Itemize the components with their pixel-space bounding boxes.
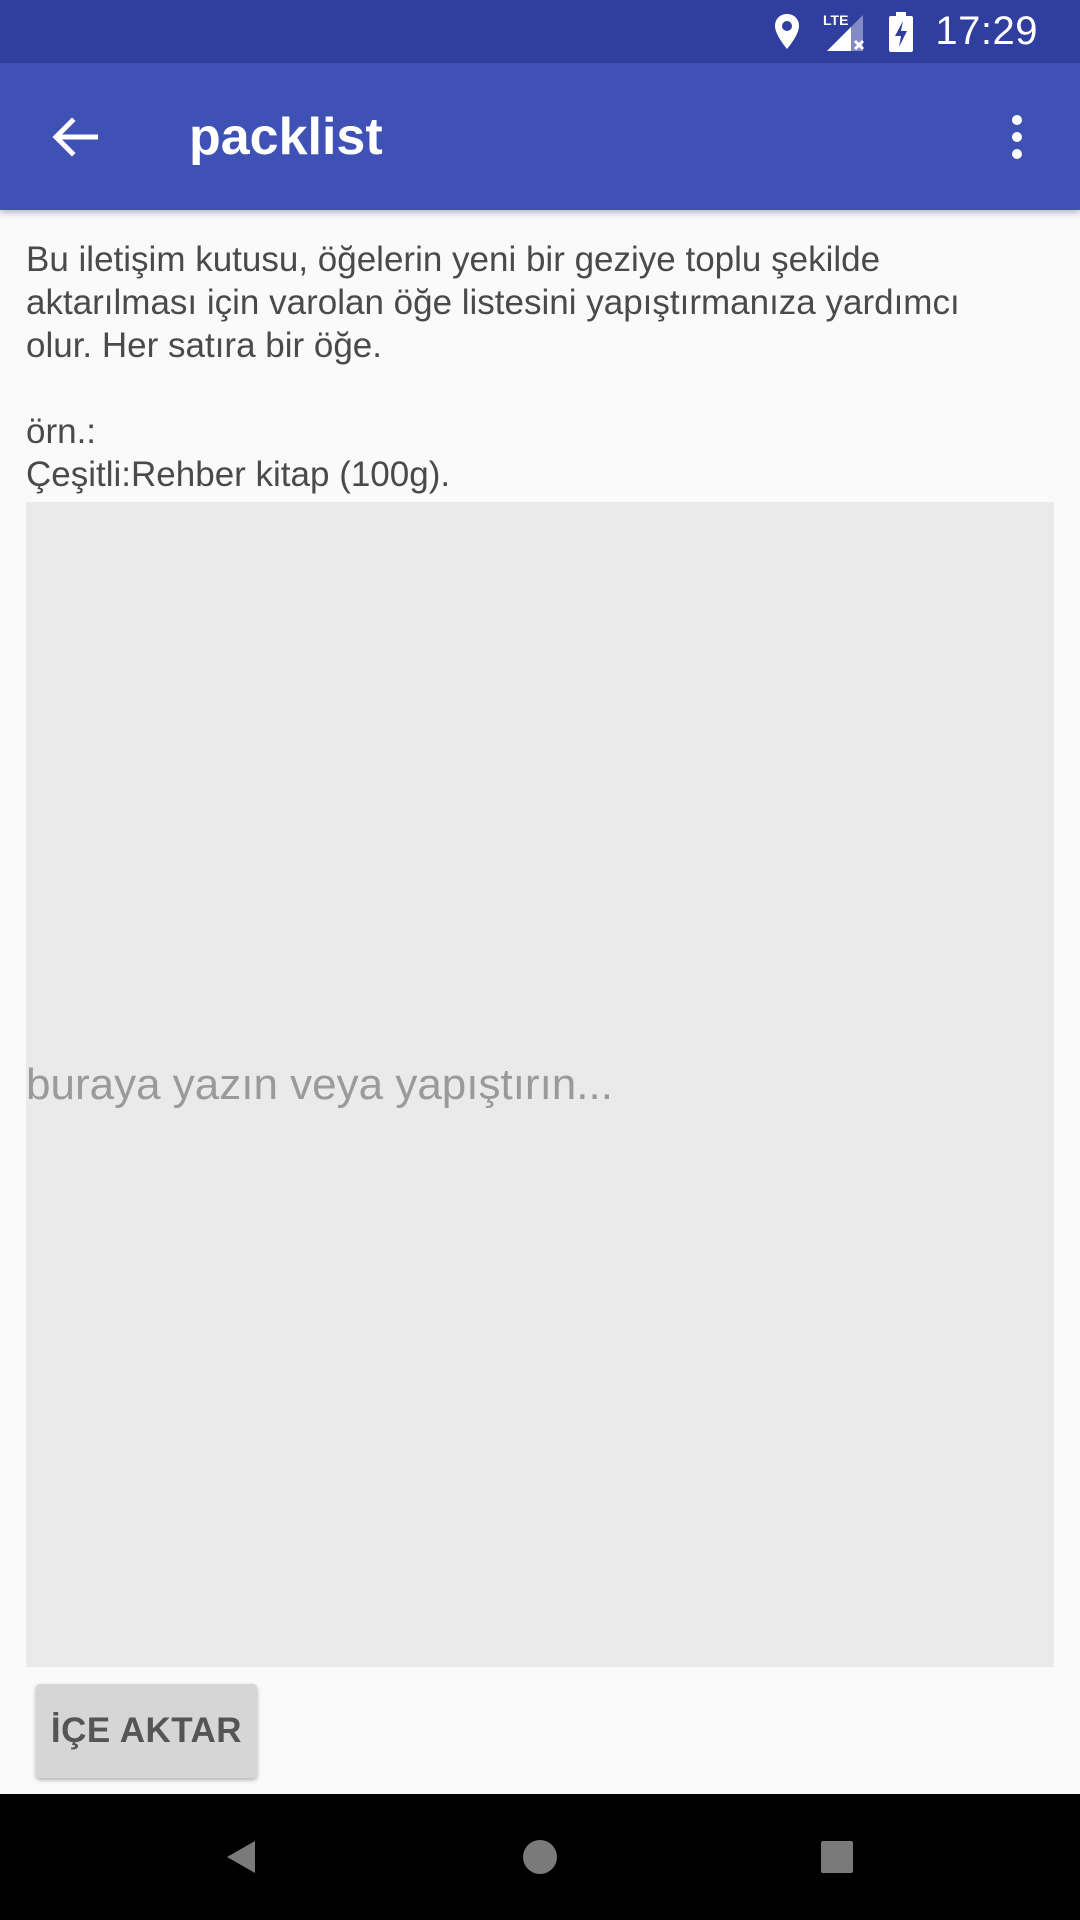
description-line: aktarılması için varolan öğe listesini y… [26,283,960,322]
nav-home-button[interactable] [477,1794,603,1920]
input-placeholder: buraya yazın veya yapıştırın... [26,1059,613,1109]
description-line: olur. Her satıra bir öğe. [26,326,382,365]
navigation-bar [0,1794,1080,1920]
home-circle-icon [523,1840,557,1874]
signal-icon: LTE [823,11,867,53]
network-label: LTE [823,12,848,28]
overflow-menu-button[interactable] [954,63,1080,210]
status-time: 17:29 [935,9,1038,53]
example-label: örn.: [26,412,97,451]
dialog-content: Bu iletişim kutusu, öğelerin yeni bir ge… [26,238,1054,496]
app-bar: packlist [0,63,1080,210]
more-vert-icon [1012,114,1022,159]
status-bar: LTE 17:29 [0,0,1080,63]
example-value: Çeşitli:Rehber kitap (100g). [26,455,451,494]
back-button[interactable] [0,63,147,210]
description-line: Bu iletişim kutusu, öğelerin yeni bir ge… [26,240,881,279]
nav-recents-button[interactable] [774,1794,900,1920]
arrow-back-icon [51,116,98,157]
back-triangle-icon [227,1841,255,1873]
description-text: Bu iletişim kutusu, öğelerin yeni bir ge… [26,238,1054,496]
page-title: packlist [189,107,383,166]
location-icon [773,13,801,51]
nav-back-button[interactable] [178,1794,304,1920]
recents-square-icon [821,1841,853,1873]
import-button[interactable]: İÇE AKTAR [36,1684,257,1778]
import-text-input[interactable]: buraya yazın veya yapıştırın... [26,502,1054,1667]
battery-charging-icon [889,11,914,52]
